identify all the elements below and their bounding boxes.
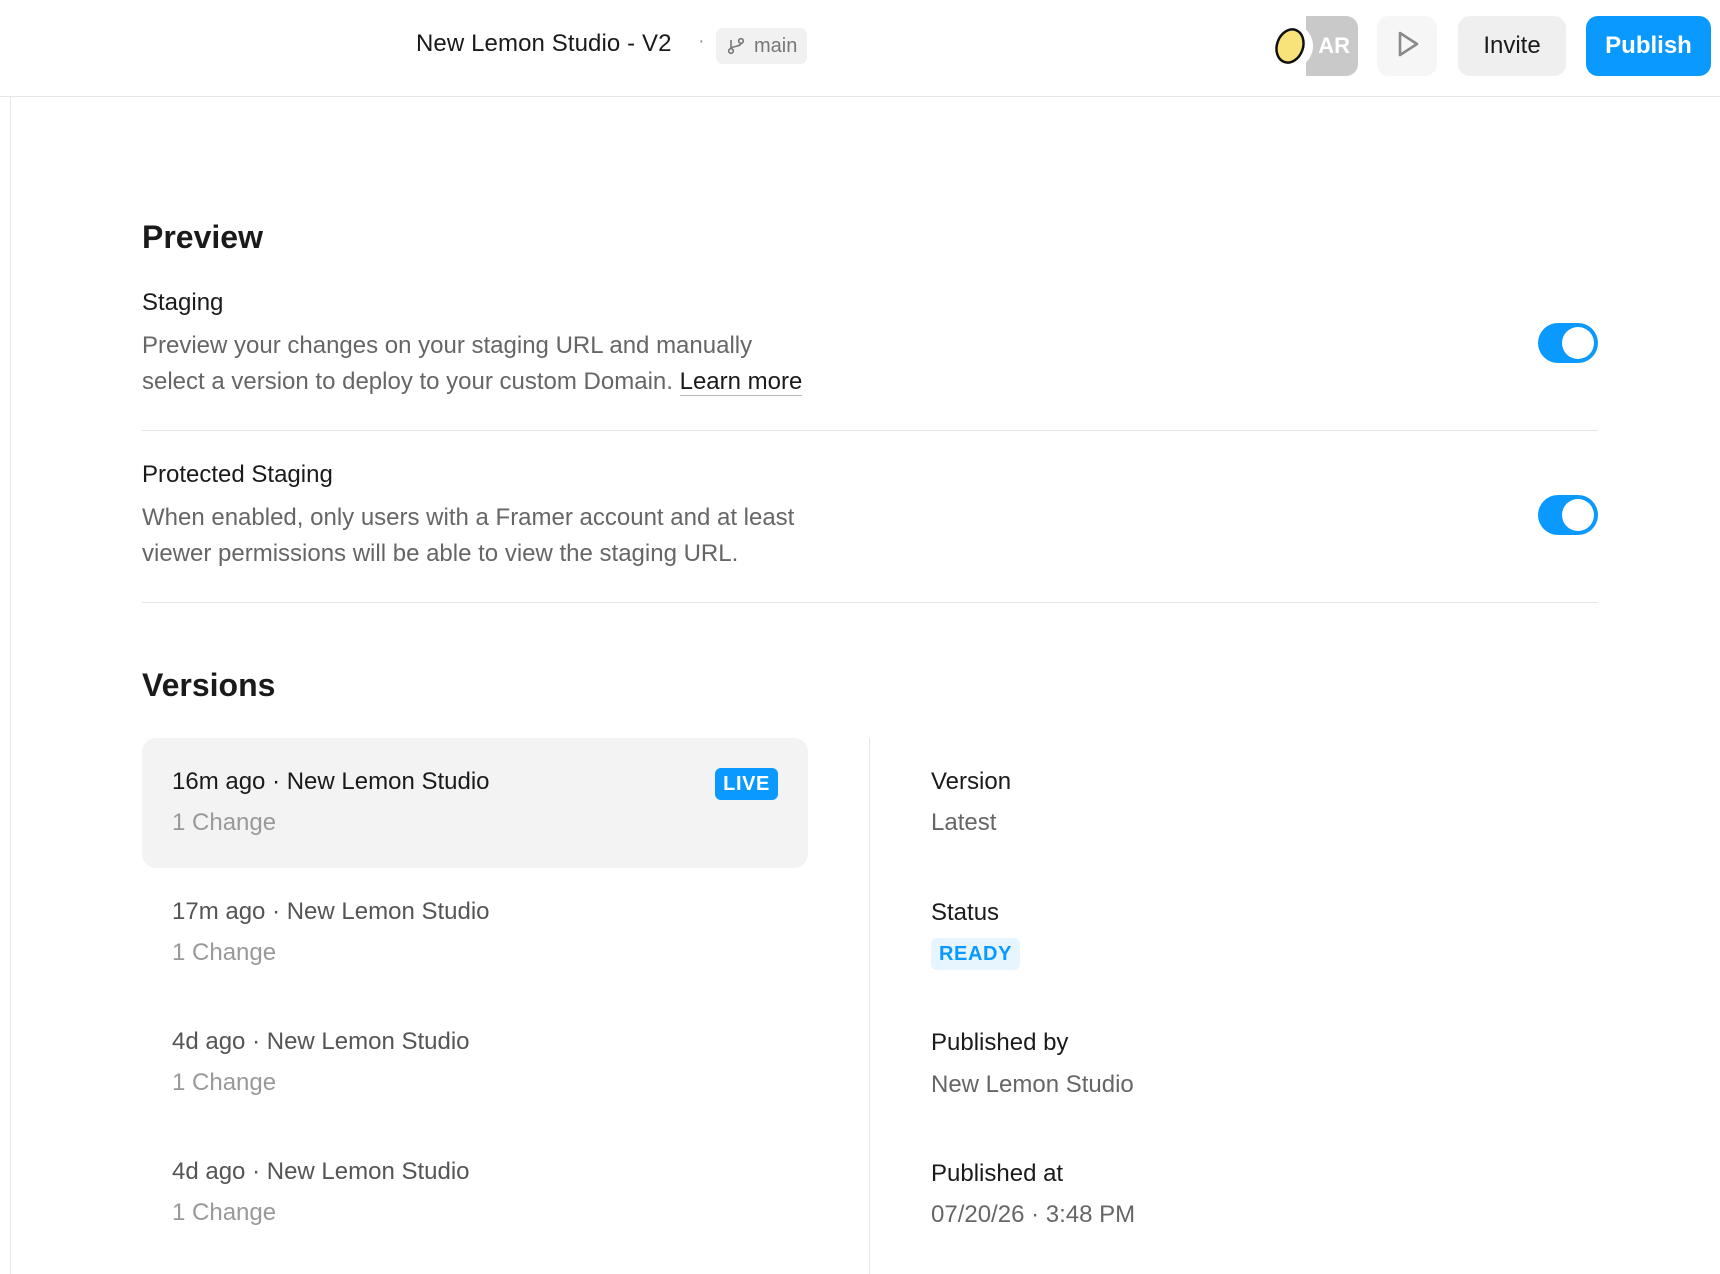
play-icon [1392, 29, 1422, 64]
version-heading: 17m ago · New Lemon Studio [172, 898, 490, 925]
version-changes: 1 Change [172, 1199, 277, 1226]
protected-staging-toggle-knob [1562, 499, 1594, 531]
version-item[interactable]: 16m ago · New Lemon Studio 1 Change LIVE [142, 738, 808, 868]
project-title[interactable]: New Lemon Studio - V2 [416, 30, 672, 58]
protected-staging-description: When enabled, only users with a Framer a… [142, 500, 902, 572]
live-badge: LIVE [715, 768, 778, 800]
published-at-label: Published at [931, 1160, 1064, 1187]
published-by-value: New Lemon Studio [931, 1071, 1134, 1098]
version-value: Latest [931, 809, 997, 836]
protected-staging-description-line1: When enabled, only users with a Framer a… [142, 504, 795, 531]
collaborator-avatars[interactable]: AR [1266, 16, 1358, 76]
versions-column-divider [869, 738, 870, 1274]
protected-staging-toggle[interactable] [1538, 495, 1598, 535]
version-item[interactable]: 4d ago · New Lemon Studio 1 Change [142, 1128, 808, 1258]
published-by-label: Published by [931, 1029, 1069, 1056]
branch-selector[interactable]: main [716, 28, 808, 64]
invite-button[interactable]: Invite [1458, 16, 1566, 76]
version-item[interactable]: 17m ago · New Lemon Studio 1 Change [142, 868, 808, 998]
staging-title: Staging [142, 289, 224, 316]
left-panel-border [10, 97, 11, 1274]
preview-section-title: Preview [142, 219, 263, 255]
protected-staging-title: Protected Staging [142, 461, 333, 488]
version-changes: 1 Change [172, 939, 277, 966]
version-heading: 16m ago · New Lemon Studio [172, 768, 490, 795]
staging-description-line2: select a version to deploy to your custo… [142, 368, 673, 395]
version-item[interactable]: 4d ago · New Lemon Studio 1 Change [142, 998, 808, 1128]
versions-section-title: Versions [142, 667, 276, 703]
version-heading: 4d ago · New Lemon Studio [172, 1158, 470, 1185]
protected-staging-description-line2: viewer permissions will be able to view … [142, 540, 739, 567]
version-heading: 4d ago · New Lemon Studio [172, 1028, 470, 1055]
divider [142, 602, 1598, 603]
staging-description-line1: Preview your changes on your staging URL… [142, 332, 753, 359]
published-at-value: 07/20/26 · 3:48 PM [931, 1201, 1136, 1228]
staging-toggle[interactable] [1538, 323, 1598, 363]
lemon-avatar-icon[interactable] [1266, 22, 1314, 75]
status-badge: READY [931, 938, 1021, 970]
title-separator: · [698, 30, 705, 52]
top-bar: New Lemon Studio - V2 · main AR Invite P… [0, 0, 1720, 97]
preview-play-button[interactable] [1377, 16, 1437, 76]
branch-icon [726, 36, 746, 56]
staging-toggle-knob [1562, 327, 1594, 359]
version-label: Version [931, 768, 1012, 795]
staging-description: Preview your changes on your staging URL… [142, 328, 902, 400]
version-changes: 1 Change [172, 809, 277, 836]
version-changes: 1 Change [172, 1069, 277, 1096]
publish-button[interactable]: Publish [1586, 16, 1711, 76]
branch-label: main [754, 34, 798, 57]
divider [142, 430, 1598, 431]
status-label: Status [931, 899, 1000, 926]
learn-more-link[interactable]: Learn more [679, 368, 803, 396]
